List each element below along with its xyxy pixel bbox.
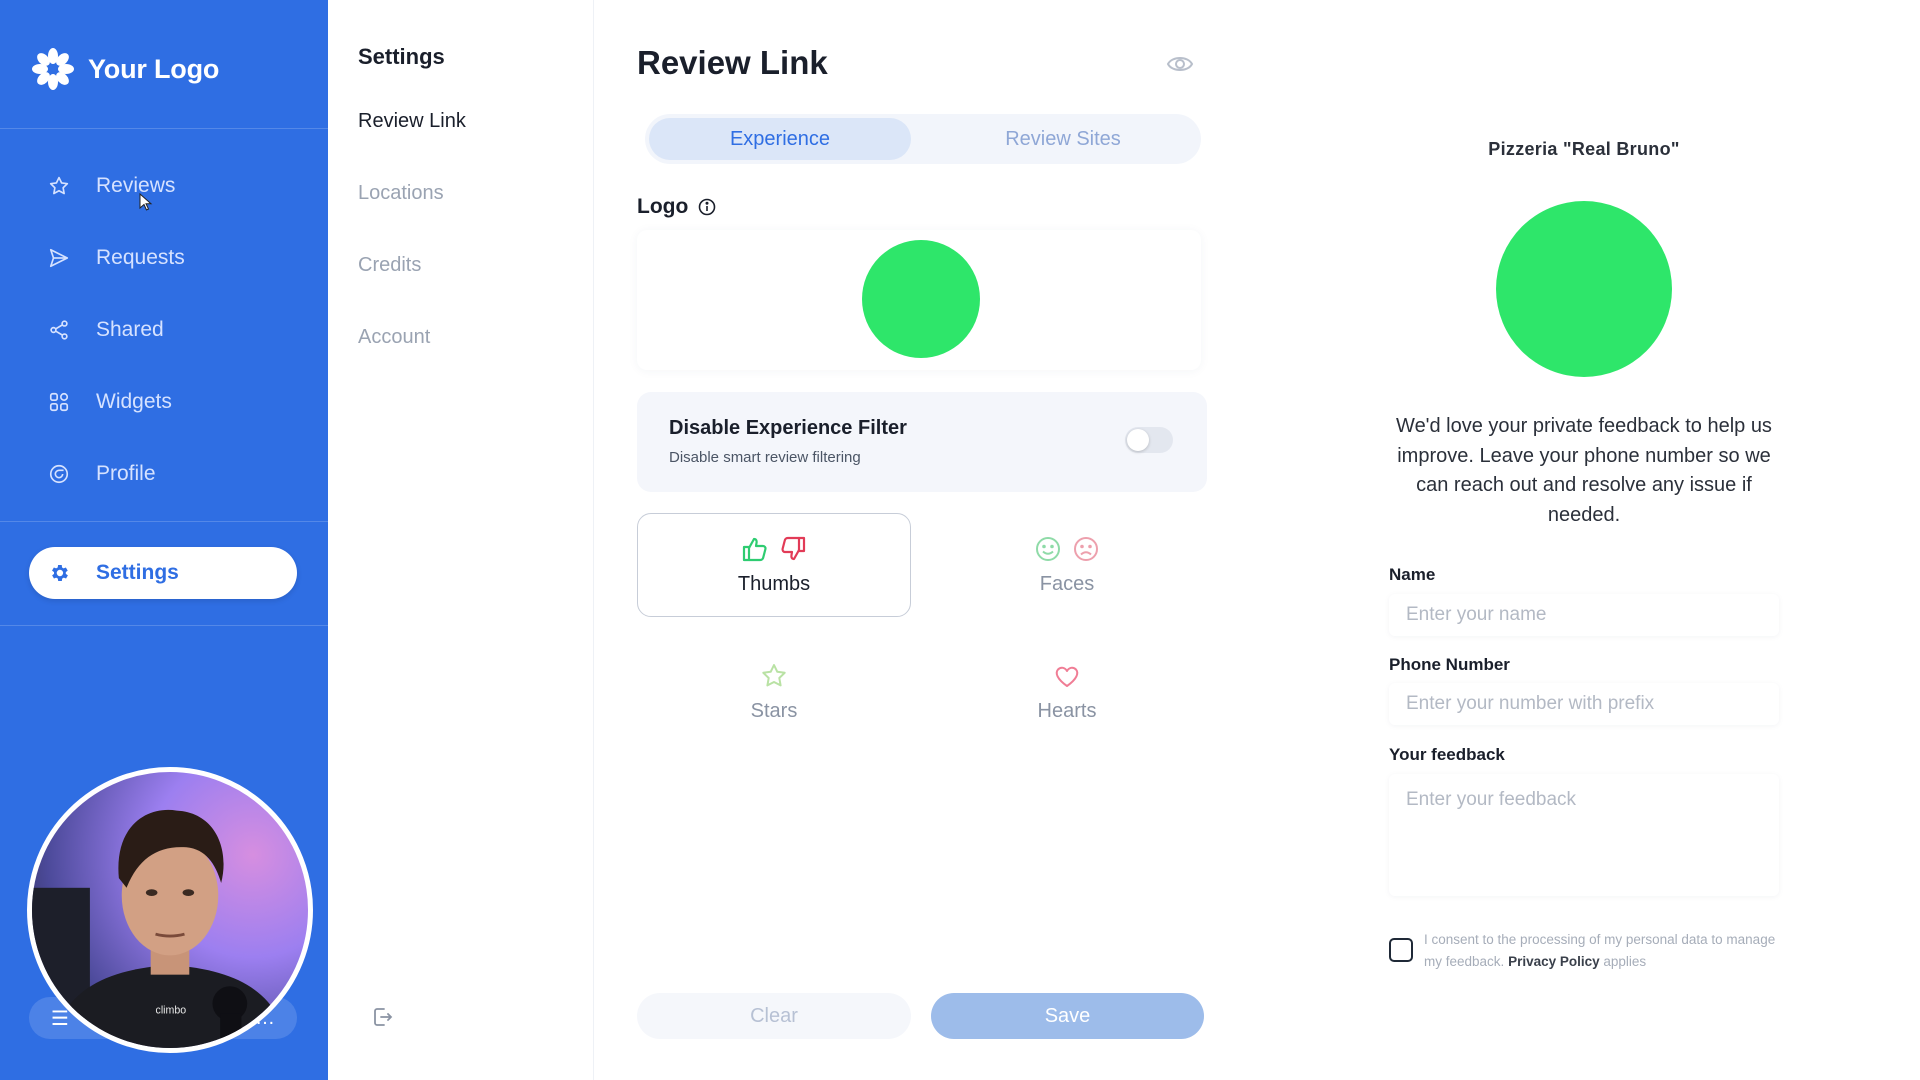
settings-nav-locations[interactable]: Locations	[358, 182, 444, 205]
divider	[0, 625, 328, 626]
nav-label-reviews: Reviews	[96, 174, 176, 197]
app-logo[interactable]: Your Logo	[32, 48, 219, 90]
privacy-policy-link[interactable]: Privacy Policy	[1508, 954, 1600, 969]
smile-face-icon	[1036, 536, 1060, 561]
nav-item-requests[interactable]: Requests	[0, 222, 328, 294]
logo-label-text: Logo	[637, 195, 689, 218]
nav-label-shared: Shared	[96, 318, 164, 341]
clear-button[interactable]: Clear	[637, 993, 911, 1039]
name-input[interactable]	[1389, 594, 1779, 636]
tab-experience[interactable]: Experience	[649, 118, 911, 160]
mouse-cursor-icon	[139, 193, 153, 211]
feedback-textarea[interactable]	[1389, 774, 1779, 896]
faces-icons	[1034, 535, 1100, 563]
logo-preview-image	[862, 240, 980, 358]
nav-label-widgets: Widgets	[96, 390, 172, 413]
thumbs-down-icon	[781, 536, 806, 560]
toggle-knob	[1127, 429, 1149, 451]
stars-icons	[760, 662, 788, 690]
option-label-thumbs: Thumbs	[737, 572, 811, 595]
grid-icon	[49, 392, 69, 412]
name-label: Name	[1389, 565, 1436, 584]
filter-title: Disable Experience Filter	[669, 417, 907, 439]
divider	[0, 128, 328, 129]
nav-item-settings[interactable]: Settings	[29, 547, 297, 599]
logout-icon[interactable]	[370, 1005, 394, 1029]
phone-input[interactable]	[1389, 683, 1779, 725]
nav-label-requests: Requests	[96, 246, 185, 269]
nav-item-reviews[interactable]: Reviews	[0, 150, 328, 222]
share-icon	[50, 320, 68, 340]
consent-text: I consent to the processing of my person…	[1424, 929, 1784, 973]
option-thumbs[interactable]: Thumbs	[637, 513, 911, 617]
settings-nav-account[interactable]: Account	[358, 326, 430, 349]
phone-label: Phone Number	[1389, 655, 1510, 674]
tab-review-sites[interactable]: Review Sites	[929, 118, 1197, 160]
presenter-video-icon: climbo	[32, 809, 289, 1048]
option-label-hearts: Hearts	[1037, 699, 1097, 722]
option-hearts[interactable]: Hearts	[930, 640, 1204, 744]
option-faces[interactable]: Faces	[930, 513, 1204, 617]
logo-field-label: Logo	[637, 195, 716, 219]
info-icon[interactable]	[698, 198, 716, 216]
primary-sidebar: Your Logo Reviews Requests Shared Widget…	[0, 0, 328, 1080]
svg-text:climbo: climbo	[156, 1004, 187, 1016]
settings-nav-credits[interactable]: Credits	[358, 254, 421, 277]
logo-text: Your Logo	[88, 53, 220, 84]
main-nav: Reviews Requests Shared Widgets Profile	[0, 150, 328, 510]
option-label-faces: Faces	[1039, 572, 1095, 595]
consent-prefix: I consent to the processing of my person…	[1424, 932, 1776, 969]
experience-filter-card: Disable Experience Filter Disable smart …	[637, 392, 1207, 492]
nav-label-settings: Settings	[96, 561, 179, 584]
filter-subtitle: Disable smart review filtering	[669, 449, 861, 466]
thumbs-up-icon	[742, 537, 767, 561]
option-stars[interactable]: Stars	[637, 640, 911, 744]
feedback-label: Your feedback	[1389, 745, 1505, 764]
business-name: Pizzeria "Real Bruno"	[1488, 139, 1680, 159]
profile-icon	[49, 464, 69, 484]
thumbs-icons	[741, 535, 807, 563]
consent-suffix: applies	[1603, 954, 1647, 969]
settings-nav-review-link[interactable]: Review Link	[358, 110, 466, 133]
experience-filter-toggle[interactable]	[1125, 427, 1173, 453]
editor-tabs: Experience Review Sites	[645, 114, 1201, 164]
nav-item-profile[interactable]: Profile	[0, 438, 328, 510]
eye-icon[interactable]	[1166, 52, 1194, 76]
webcam-overlay: climbo	[27, 767, 313, 1053]
preview-message: We'd love your private feedback to help …	[1396, 415, 1772, 526]
nav-item-shared[interactable]: Shared	[0, 294, 328, 366]
consent-checkbox[interactable]	[1389, 938, 1413, 962]
send-icon	[49, 248, 69, 268]
settings-title: Settings	[358, 44, 445, 69]
settings-sidebar: Settings Review Link Locations Credits A…	[328, 0, 594, 1080]
star-outline-icon	[762, 663, 786, 686]
heart-icon	[1055, 666, 1079, 687]
sad-face-icon	[1074, 536, 1098, 561]
star-icon	[49, 176, 69, 195]
divider	[0, 521, 328, 522]
option-label-stars: Stars	[750, 699, 798, 722]
flower-logo-icon	[32, 48, 74, 90]
page-title: Review Link	[637, 44, 828, 81]
gear-icon	[52, 565, 68, 581]
hearts-icons	[1053, 662, 1081, 690]
nav-item-widgets[interactable]: Widgets	[0, 366, 328, 438]
nav-label-profile: Profile	[96, 462, 156, 485]
save-button[interactable]: Save	[931, 993, 1204, 1039]
preview-logo	[1496, 201, 1672, 377]
